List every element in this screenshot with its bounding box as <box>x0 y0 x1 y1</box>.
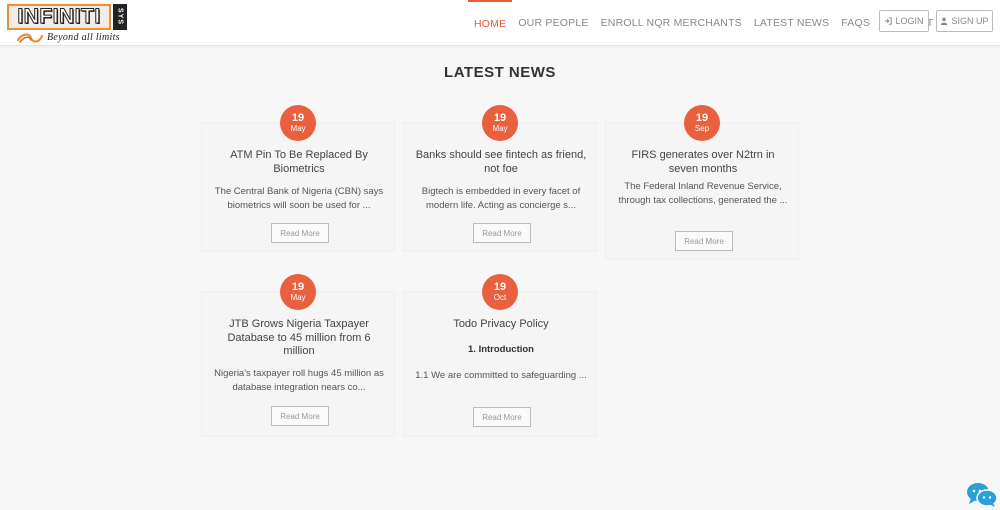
nav-faqs[interactable]: FAQS <box>835 0 876 46</box>
date-badge: 19 May <box>482 105 518 141</box>
date-month: Oct <box>493 292 507 302</box>
news-excerpt: The Federal Inland Revenue Service, thro… <box>618 181 788 206</box>
news-card: 19 Oct Todo Privacy Policy 1. Introducti… <box>403 274 597 437</box>
news-title[interactable]: ATM Pin To Be Replaced By Biometrics <box>212 149 386 176</box>
news-card: 19 May JTB Grows Nigeria Taxpayer Databa… <box>201 274 395 437</box>
date-badge: 19 May <box>280 274 316 310</box>
signup-button[interactable]: SIGN UP <box>936 10 993 32</box>
date-day: 19 <box>493 280 507 293</box>
nav-enroll-nqr-merchants[interactable]: ENROLL NQR MERCHANTS <box>595 0 748 46</box>
logo-wordmark: INFINITI <box>17 5 101 29</box>
site-header: INFINITI SYS Beyond all limits HOME OUR … <box>0 0 1000 46</box>
date-badge: 19 Sep <box>684 105 720 141</box>
logo-wordmark-box: INFINITI <box>7 4 111 30</box>
news-title[interactable]: Todo Privacy Policy <box>414 318 588 332</box>
logo-tagline: Beyond all limits <box>47 32 120 43</box>
nav-latest-news[interactable]: LATEST NEWS <box>748 0 835 46</box>
news-card: 19 May ATM Pin To Be Replaced By Biometr… <box>201 105 395 252</box>
main-nav: HOME OUR PEOPLE ENROLL NQR MERCHANTS LAT… <box>468 0 939 46</box>
news-subheading: 1. Introduction <box>468 344 534 355</box>
date-badge: 19 Oct <box>482 274 518 310</box>
date-day: 19 <box>291 111 305 124</box>
news-title[interactable]: Banks should see fintech as friend, not … <box>414 149 588 176</box>
date-month: May <box>492 123 508 133</box>
latest-news-heading: LATEST NEWS <box>444 64 556 81</box>
news-title[interactable]: JTB Grows Nigeria Taxpayer Database to 4… <box>212 318 386 359</box>
read-more-button[interactable]: Read More <box>473 223 531 243</box>
news-excerpt: The Central Bank of Nigeria (CBN) says b… <box>214 186 384 211</box>
read-more-button[interactable]: Read More <box>675 231 733 251</box>
date-day: 19 <box>695 111 709 124</box>
brand-logo[interactable]: INFINITI SYS Beyond all limits <box>7 2 129 44</box>
news-card: 19 May Banks should see fintech as frien… <box>403 105 597 252</box>
date-month: May <box>290 123 306 133</box>
date-day: 19 <box>493 111 507 124</box>
date-badge: 19 May <box>280 105 316 141</box>
news-card: 19 Sep FIRS generates over N2trn in seve… <box>605 105 799 260</box>
read-more-button[interactable]: Read More <box>271 223 329 243</box>
date-day: 19 <box>291 280 305 293</box>
date-month: Sep <box>694 123 710 133</box>
login-label: LOGIN <box>895 16 924 26</box>
swoosh-icon <box>17 33 43 43</box>
logo-suffix: SYS <box>113 4 127 30</box>
login-button[interactable]: LOGIN <box>879 10 929 32</box>
nav-home[interactable]: HOME <box>468 0 513 46</box>
chat-icon[interactable] <box>966 482 998 508</box>
read-more-button[interactable]: Read More <box>473 407 531 427</box>
date-month: May <box>290 292 306 302</box>
signup-label: SIGN UP <box>951 16 989 26</box>
user-icon <box>941 17 948 25</box>
login-icon <box>885 17 893 25</box>
nav-our-people[interactable]: OUR PEOPLE <box>512 0 594 46</box>
read-more-button[interactable]: Read More <box>271 406 329 426</box>
news-excerpt: 1.1 We are committed to safeguarding ... <box>415 370 587 381</box>
news-title[interactable]: FIRS generates over N2trn in seven month… <box>616 149 790 176</box>
news-excerpt: Bigtech is embedded in every facet of mo… <box>421 186 581 211</box>
news-excerpt: Nigeria's taxpayer roll hugs 45 million … <box>214 368 384 393</box>
